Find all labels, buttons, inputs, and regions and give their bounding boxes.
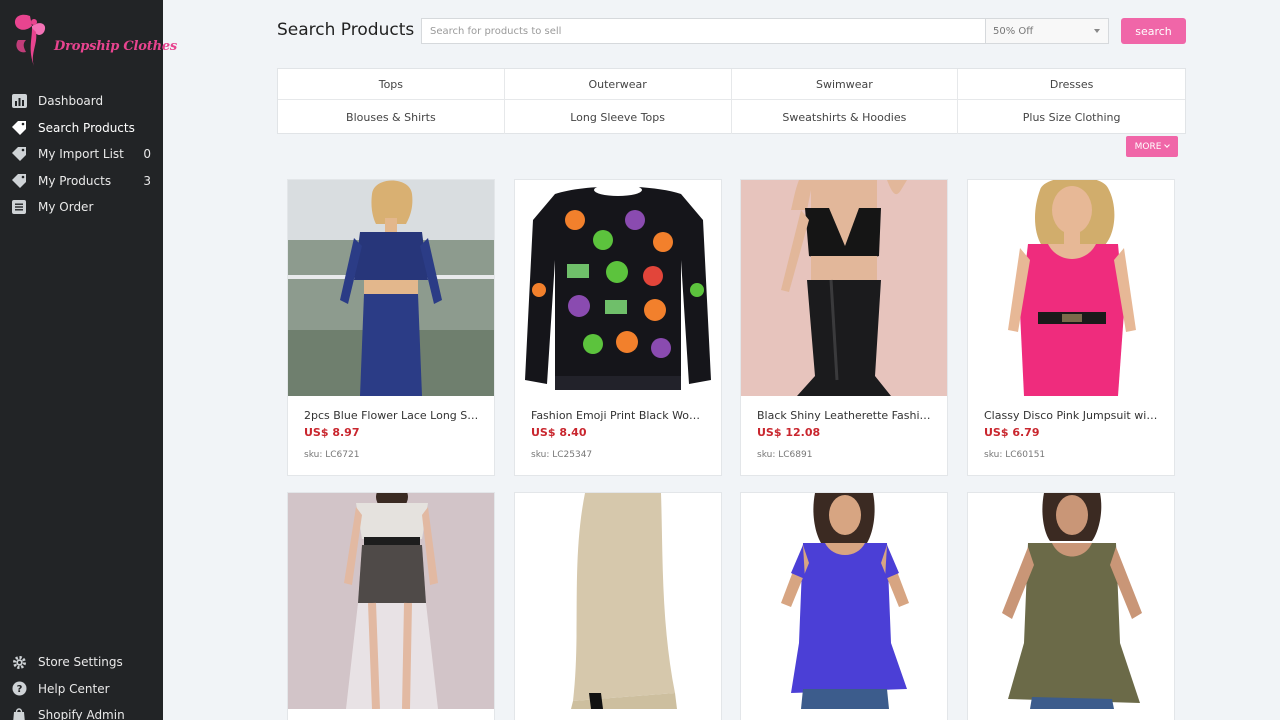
product-card[interactable]: Black Shiny Leatherette Fashion Skirt Se… — [740, 179, 948, 476]
category-long-sleeve-tops[interactable]: Long Sleeve Tops — [505, 100, 732, 134]
sidebar-bottom-nav: Store Settings ? Help Center Shopify Adm… — [0, 649, 163, 720]
sidebar-item-store-settings[interactable]: Store Settings — [0, 649, 163, 676]
product-card[interactable] — [287, 492, 495, 720]
sidebar-nav: Dashboard Search Products My Import List… — [0, 88, 163, 221]
sidebar-item-my-import-list[interactable]: My Import List 0 — [0, 141, 163, 168]
discount-selected-value: 50% Off — [993, 25, 1034, 37]
tag-icon — [11, 146, 27, 162]
sidebar-item-my-order[interactable]: My Order — [0, 194, 163, 221]
product-title[interactable]: 2pcs Blue Flower Lace Long Sleeve Crop T… — [304, 409, 480, 422]
sidebar-item-label: My Order — [38, 200, 94, 215]
product-sku: sku: LC6891 — [757, 450, 813, 460]
category-blouses-shirts[interactable]: Blouses & Shirts — [278, 100, 505, 134]
product-image[interactable] — [515, 180, 721, 396]
search-input[interactable] — [422, 19, 985, 43]
product-image[interactable] — [741, 493, 947, 709]
category-plus-size-clothing[interactable]: Plus Size Clothing — [958, 100, 1185, 134]
sidebar-item-label: Help Center — [38, 681, 110, 696]
shopify-icon — [11, 707, 27, 720]
fairy-logo-icon — [14, 14, 46, 66]
sidebar-item-label: Dashboard — [38, 94, 104, 109]
page-title: Search Products — [277, 20, 415, 40]
product-price: US$ 12.08 — [757, 426, 821, 439]
category-dresses[interactable]: Dresses — [958, 69, 1185, 100]
product-card[interactable]: Fashion Emoji Print Black Women Sweatshi… — [514, 179, 722, 476]
help-icon: ? — [11, 681, 27, 697]
product-sku: sku: LC6721 — [304, 450, 360, 460]
product-title[interactable]: Classy Disco Pink Jumpsuit with Belt — [984, 409, 1160, 422]
product-price: US$ 6.79 — [984, 426, 1040, 439]
sidebar-item-label: Search Products — [38, 120, 135, 135]
list-icon — [11, 199, 27, 215]
product-sku: sku: LC60151 — [984, 450, 1046, 460]
chevron-down-icon — [1164, 142, 1171, 148]
category-tops[interactable]: Tops — [278, 69, 505, 100]
category-outerwear[interactable]: Outerwear — [504, 69, 732, 100]
my-products-count: 3 — [143, 173, 151, 188]
product-card[interactable] — [740, 492, 948, 720]
product-card[interactable] — [514, 492, 722, 720]
category-grid: Tops Outerwear Swimwear Dresses Blouses … — [277, 68, 1186, 134]
more-categories-button[interactable]: MORE — [1126, 136, 1178, 157]
search-button[interactable]: search — [1121, 18, 1186, 44]
product-price: US$ 8.97 — [304, 426, 360, 439]
discount-select[interactable]: 50% Off — [985, 19, 1108, 43]
product-image[interactable] — [288, 493, 494, 709]
product-card[interactable]: Classy Disco Pink Jumpsuit with Belt US$… — [967, 179, 1175, 476]
product-image[interactable] — [515, 493, 721, 709]
sidebar-item-label: Shopify Admin — [38, 708, 125, 720]
brand-logo[interactable]: Dropship Clothes — [10, 10, 177, 70]
product-image[interactable] — [968, 180, 1174, 396]
svg-text:?: ? — [16, 684, 22, 695]
tag-icon — [11, 120, 27, 136]
product-image[interactable] — [741, 180, 947, 396]
category-swimwear[interactable]: Swimwear — [731, 69, 959, 100]
more-label: MORE — [1134, 141, 1162, 152]
sidebar-item-shopify-admin[interactable]: Shopify Admin — [0, 702, 163, 720]
product-image[interactable] — [968, 493, 1174, 709]
product-title[interactable]: Fashion Emoji Print Black Women Sweatshi… — [531, 409, 707, 422]
tag-icon — [11, 173, 27, 189]
sidebar-item-search-products[interactable]: Search Products — [0, 115, 163, 142]
category-sweatshirts-hoodies[interactable]: Sweatshirts & Hoodies — [732, 100, 959, 134]
product-title[interactable]: Black Shiny Leatherette Fashion Skirt Se… — [757, 409, 933, 422]
product-image[interactable] — [288, 180, 494, 396]
brand-name: Dropship Clothes — [54, 39, 178, 54]
product-price: US$ 8.40 — [531, 426, 587, 439]
sidebar-item-my-products[interactable]: My Products 3 — [0, 168, 163, 195]
caret-down-icon — [1094, 29, 1100, 33]
sidebar-item-label: Store Settings — [38, 655, 123, 670]
gear-icon — [11, 654, 27, 670]
sidebar-item-dashboard[interactable]: Dashboard — [0, 88, 163, 115]
sidebar: Dropship Clothes Dashboard Search Produc… — [0, 0, 177, 720]
import-list-count: 0 — [143, 147, 151, 162]
sidebar-item-help-center[interactable]: ? Help Center — [0, 676, 163, 703]
product-card[interactable]: 2pcs Blue Flower Lace Long Sleeve Crop T… — [287, 179, 495, 476]
product-sku: sku: LC25347 — [531, 450, 593, 460]
bar-chart-icon — [11, 93, 27, 109]
product-card[interactable] — [967, 492, 1175, 720]
search-bar: 50% Off — [421, 18, 1109, 44]
